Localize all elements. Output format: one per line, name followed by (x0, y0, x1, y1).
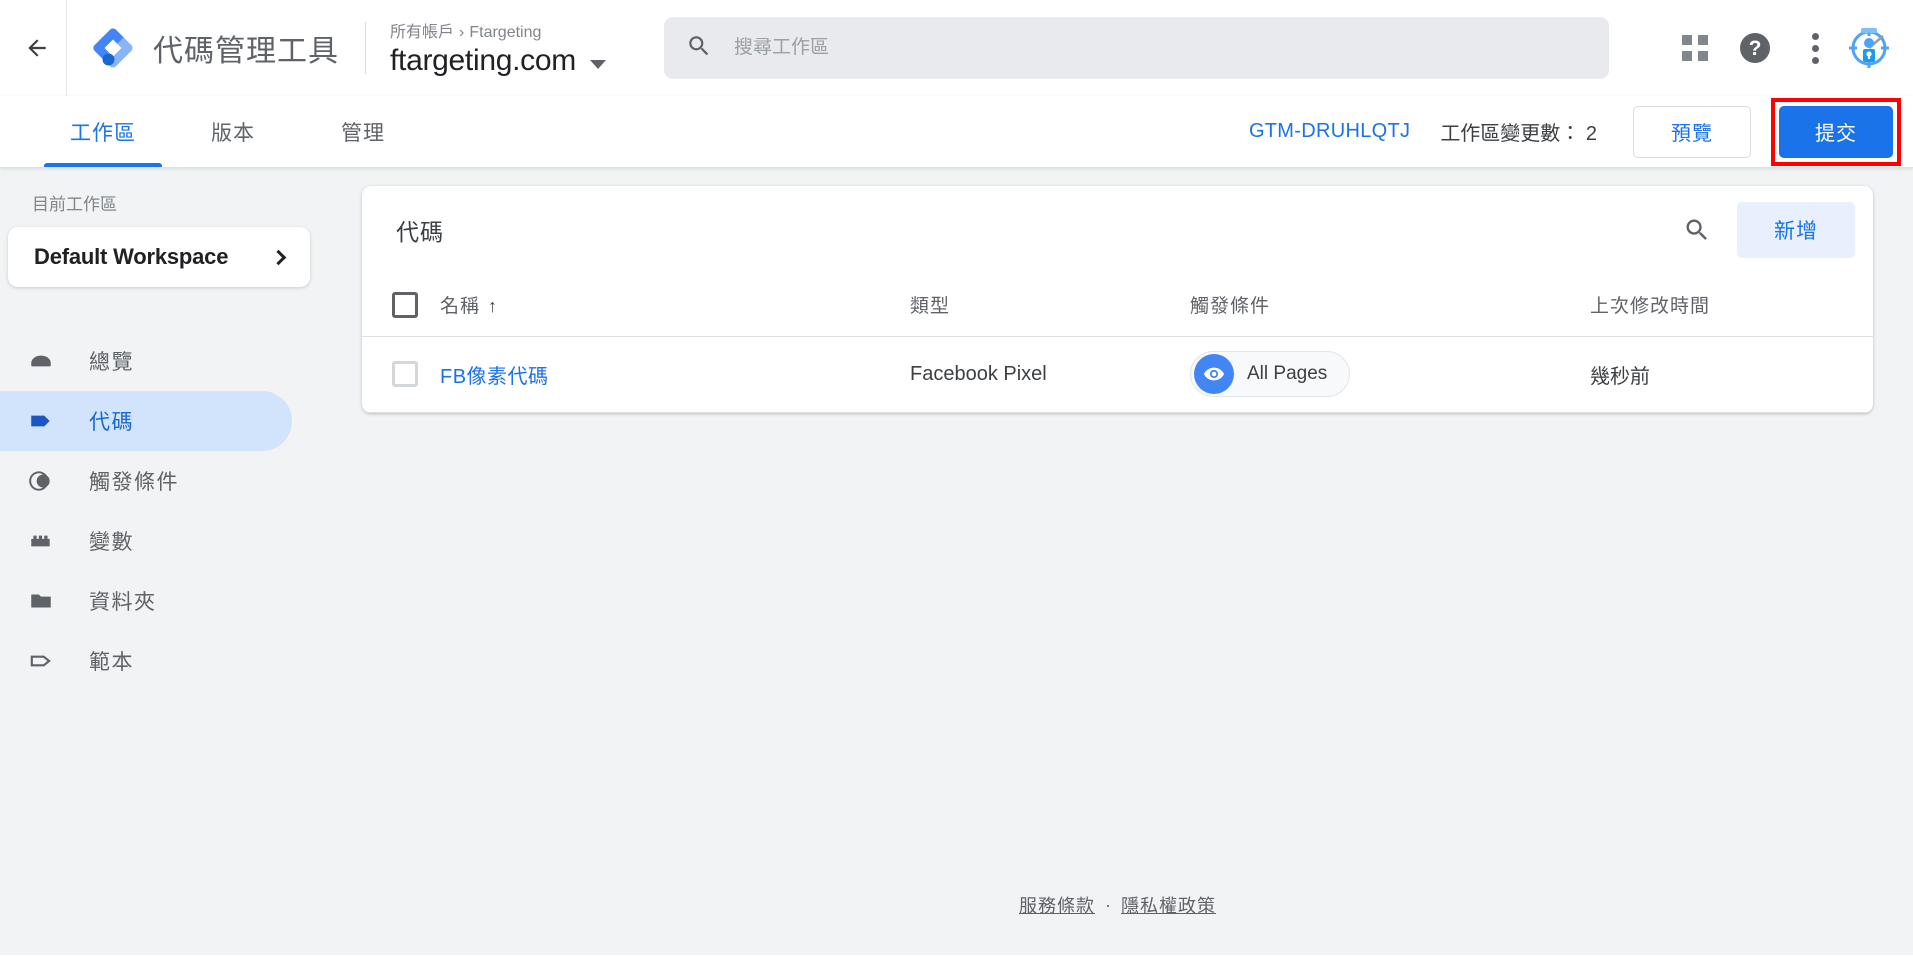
overview-icon (28, 348, 62, 374)
apps-grid-icon[interactable] (1667, 20, 1723, 76)
search-input[interactable] (733, 37, 1587, 59)
back-button[interactable] (14, 25, 60, 71)
column-header-name[interactable]: 名稱 ↑ (440, 274, 910, 337)
folder-icon (28, 588, 62, 614)
table-row[interactable]: FB像素代碼 Facebook Pixel All Pages 幾秒前 (362, 336, 1873, 413)
sidebar-item-label: 資料夾 (89, 591, 157, 614)
help-circle-icon[interactable]: ? (1727, 20, 1783, 76)
sort-ascending-icon: ↑ (488, 296, 499, 317)
trigger-icon (28, 468, 62, 494)
preview-button[interactable]: 預覽 (1633, 105, 1751, 158)
breadcrumb: 所有帳戶 › Ftargeting (390, 18, 606, 42)
more-vert-icon[interactable] (1787, 20, 1843, 76)
brand-separator (365, 22, 366, 74)
column-header-name-label: 名稱 (440, 296, 481, 318)
sidebar-item-folders[interactable]: 資料夾 (0, 571, 292, 631)
sidebar-item-tags[interactable]: 代碼 (0, 391, 292, 451)
header-search-area (606, 17, 1667, 79)
tags-card: 代碼 新增 名稱 ↑ 類型 觸發條件 上次修改時間 FB像素代碼 Faceboo… (362, 186, 1873, 413)
tags-table: 名稱 ↑ 類型 觸發條件 上次修改時間 FB像素代碼 Facebook Pixe… (362, 274, 1873, 413)
tags-card-header: 代碼 新增 (362, 186, 1873, 274)
table-header-row: 名稱 ↑ 類型 觸發條件 上次修改時間 (362, 274, 1873, 337)
account-breadcrumb-block: 所有帳戶 › Ftargeting ftargeting.com (390, 18, 606, 78)
tab-list: 工作區 版本 管理 (0, 96, 428, 167)
sidebar-item-triggers[interactable]: 觸發條件 (0, 451, 292, 511)
sidebar-item-label: 範本 (89, 651, 134, 674)
trigger-chip-label: All Pages (1247, 363, 1328, 384)
select-all-checkbox[interactable] (392, 291, 418, 318)
container-name: ftargeting.com (390, 44, 576, 77)
brand-block[interactable]: 代碼管理工具 (67, 26, 339, 70)
chevron-right-icon (270, 249, 287, 265)
row-trigger-cell: All Pages (1190, 336, 1590, 413)
sidebar-item-label: 總覽 (89, 351, 134, 374)
sidebar-item-variables[interactable]: 變數 (0, 511, 292, 571)
container-selector[interactable]: ftargeting.com (390, 44, 606, 78)
row-name-cell: FB像素代碼 (440, 336, 910, 413)
add-tag-button[interactable]: 新增 (1737, 202, 1855, 258)
main-content: 代碼 新增 名稱 ↑ 類型 觸發條件 上次修改時間 FB像素代碼 Faceboo… (330, 168, 1913, 955)
header-icon-group: ? (1667, 20, 1891, 76)
breadcrumb-account[interactable]: Ftargeting (469, 24, 541, 41)
search-icon (686, 33, 712, 64)
footer-separator: · (1105, 894, 1111, 915)
sidebar-nav: 總覽 代碼 觸發條件 變數 資料夾 範本 (0, 331, 330, 691)
workspace-changes-count: 工作區變更數： 2 (1440, 123, 1597, 145)
trigger-chip[interactable]: All Pages (1190, 351, 1351, 397)
template-icon (28, 648, 62, 674)
user-avatar-icon[interactable] (1847, 26, 1891, 70)
product-name: 代碼管理工具 (153, 35, 339, 68)
row-type-cell: Facebook Pixel (910, 336, 1190, 413)
select-all-header (362, 274, 440, 337)
tab-workspace[interactable]: 工作區 (38, 96, 168, 167)
footer: 服務條款 · 隱私權政策 (362, 855, 1873, 955)
terms-of-service-link[interactable]: 服務條款 (1019, 892, 1095, 918)
tag-icon (28, 408, 62, 434)
column-header-trigger[interactable]: 觸發條件 (1190, 274, 1590, 337)
breadcrumb-root[interactable]: 所有帳戶 (390, 24, 454, 41)
row-checkbox[interactable] (392, 361, 418, 387)
tab-versions[interactable]: 版本 (168, 96, 298, 167)
sidebar-item-label: 代碼 (89, 411, 134, 434)
workspace-name: Default Workspace (34, 244, 229, 269)
tabbar-actions: GTM-DRUHLQTJ 工作區變更數： 2 預覽 提交 (1249, 96, 1913, 167)
workspace-search-box[interactable] (663, 17, 1609, 79)
page-title: 代碼 (396, 219, 444, 245)
sidebar: 目前工作區 Default Workspace 總覽 代碼 觸發條件 變數 資料… (0, 168, 330, 955)
column-header-type[interactable]: 類型 (910, 274, 1190, 337)
sidebar-item-label: 觸發條件 (89, 471, 179, 494)
gtm-container-id[interactable]: GTM-DRUHLQTJ (1249, 120, 1410, 143)
row-select-cell (362, 336, 440, 413)
column-header-modified[interactable]: 上次修改時間 (1590, 274, 1873, 337)
page-body: 目前工作區 Default Workspace 總覽 代碼 觸發條件 變數 資料… (0, 168, 1913, 955)
tags-table-body: FB像素代碼 Facebook Pixel All Pages 幾秒前 (362, 336, 1873, 413)
sidebar-item-templates[interactable]: 範本 (0, 631, 292, 691)
chevron-down-icon (589, 59, 606, 69)
submit-highlight-annotation: 提交 (1771, 97, 1901, 166)
variable-icon (28, 528, 62, 554)
row-modified-cell: 幾秒前 (1590, 336, 1873, 413)
eye-icon (1194, 354, 1234, 394)
breadcrumb-separator: › (459, 24, 465, 41)
privacy-policy-link[interactable]: 隱私權政策 (1121, 892, 1216, 918)
tags-table-header: 名稱 ↑ 類型 觸發條件 上次修改時間 (362, 274, 1873, 337)
sidebar-item-label: 變數 (89, 531, 134, 554)
submit-button[interactable]: 提交 (1779, 105, 1893, 158)
gtm-logo-icon (91, 26, 135, 70)
sidebar-item-overview[interactable]: 總覽 (0, 331, 292, 391)
current-workspace-label: 目前工作區 (32, 195, 117, 214)
app-header: 代碼管理工具 所有帳戶 ›Ftargeting ftargeting.com ? (0, 0, 1913, 96)
tab-admin[interactable]: 管理 (298, 96, 428, 167)
search-icon[interactable] (1669, 202, 1725, 258)
tag-name-link[interactable]: FB像素代碼 (440, 366, 549, 388)
workspace-selector-card[interactable]: Default Workspace (8, 227, 310, 287)
workspace-tabbar: 工作區 版本 管理 GTM-DRUHLQTJ 工作區變更數： 2 預覽 提交 (0, 96, 1913, 168)
